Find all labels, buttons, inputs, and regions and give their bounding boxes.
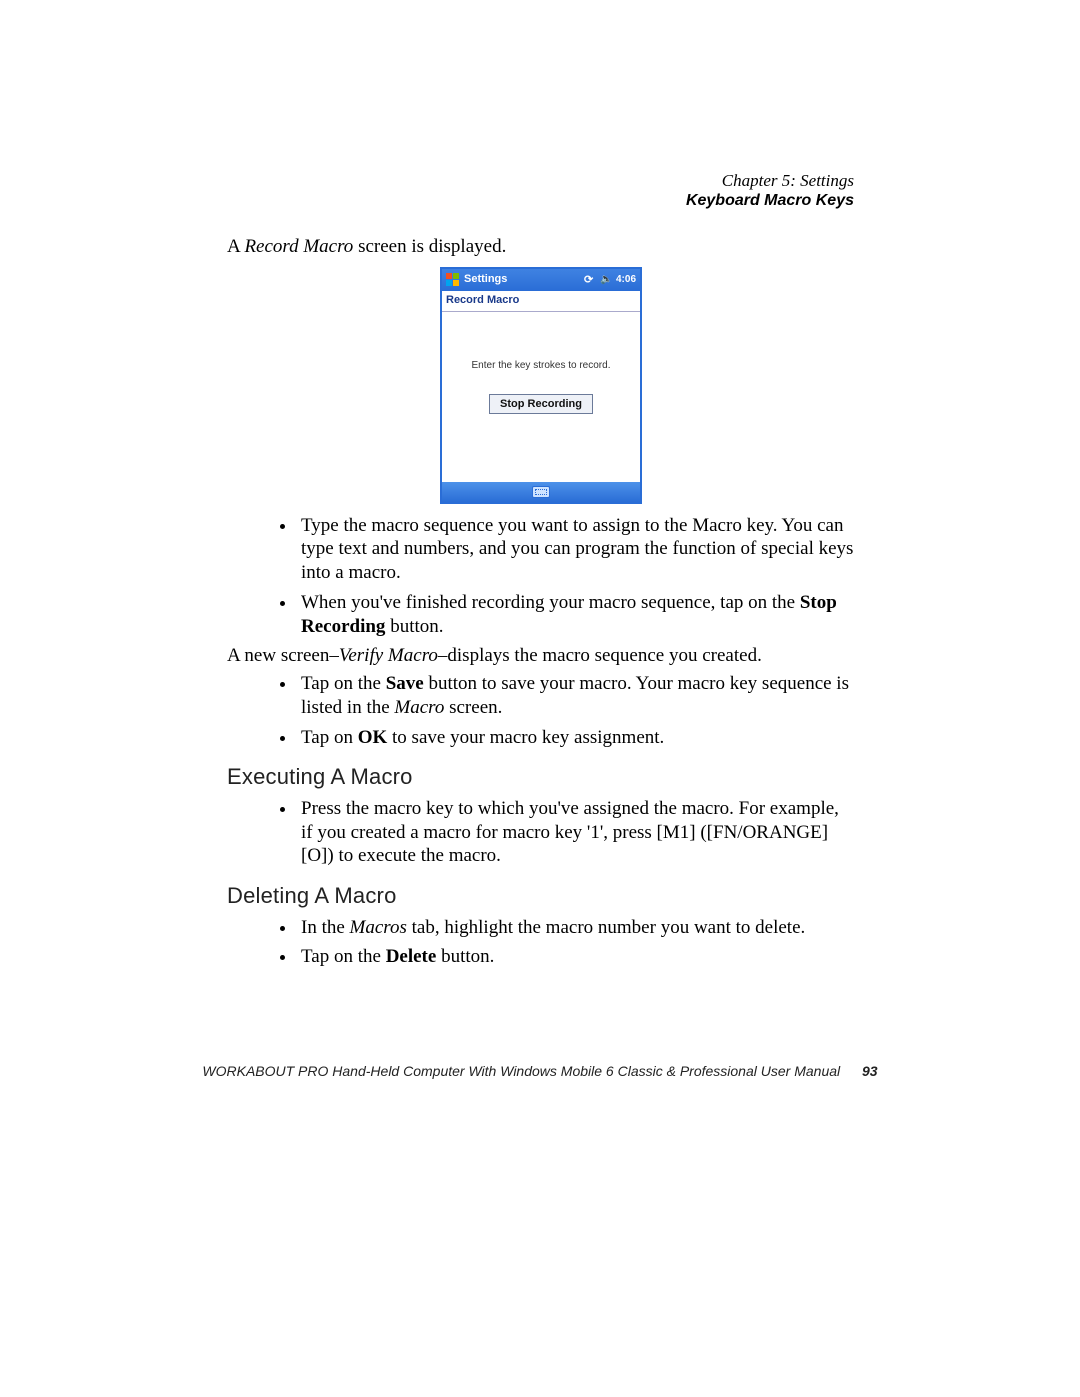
- page-footer: WORKABOUT PRO Hand-Held Computer With Wi…: [0, 1063, 1080, 1079]
- screenshot-body: Enter the key strokes to record. Stop Re…: [442, 312, 640, 482]
- titlebar-title: Settings: [464, 273, 507, 287]
- tab-record-macro: Record Macro: [442, 291, 640, 312]
- page-number: 93: [862, 1063, 878, 1079]
- text: A new screen–: [227, 645, 339, 666]
- page-header: Chapter 5: Settings Keyboard Macro Keys: [686, 170, 854, 210]
- list-item: Tap on OK to save your macro key assignm…: [297, 726, 855, 750]
- bold-text: Save: [386, 673, 424, 694]
- verify-paragraph: A new screen–Verify Macro–displays the m…: [227, 644, 855, 668]
- screen-name-italic: Record Macro: [244, 236, 353, 257]
- screen-name-italic: Verify Macro: [339, 645, 438, 666]
- screenshot-figure: Settings 4:06 Record Macro Enter the key…: [440, 267, 642, 504]
- list-item: In the Macros tab, highlight the macro n…: [297, 916, 855, 940]
- footer-text: WORKABOUT PRO Hand-Held Computer With Wi…: [202, 1063, 840, 1079]
- list-item: Type the macro sequence you want to assi…: [297, 514, 855, 585]
- titlebar: Settings 4:06: [442, 269, 640, 291]
- instruction-list-1: Type the macro sequence you want to assi…: [227, 514, 855, 639]
- keyboard-icon: [532, 486, 550, 498]
- heading-executing-macro: Executing A Macro: [227, 763, 855, 791]
- list-item: Tap on the Delete button.: [297, 945, 855, 969]
- instruction-list-2: Tap on the Save button to save your macr…: [227, 672, 855, 749]
- text: screen.: [444, 697, 502, 718]
- device-screenshot: Settings 4:06 Record Macro Enter the key…: [440, 267, 642, 504]
- italic-text: Macros: [350, 917, 407, 938]
- section-label: Keyboard Macro Keys: [686, 192, 854, 210]
- text: Tap on the: [301, 946, 386, 967]
- text: In the: [301, 917, 350, 938]
- bold-text: OK: [358, 727, 388, 748]
- text: Tap on: [301, 727, 358, 748]
- content-column: A Record Macro screen is displayed. Sett…: [227, 235, 855, 975]
- text: to save your macro key assignment.: [387, 727, 664, 748]
- list-item: When you've finished recording your macr…: [297, 591, 855, 639]
- italic-text: Macro: [394, 697, 444, 718]
- text: When you've finished recording your macr…: [301, 592, 800, 613]
- document-page: Chapter 5: Settings Keyboard Macro Keys …: [0, 0, 1080, 1397]
- clock-time: 4:06: [616, 274, 636, 287]
- chapter-label: Chapter 5: Settings: [686, 170, 854, 192]
- instruction-list-exec: Press the macro key to which you've assi…: [227, 797, 855, 868]
- text: screen is displayed.: [353, 236, 506, 257]
- text: tab, highlight the macro number you want…: [407, 917, 805, 938]
- bold-text: Delete: [386, 946, 437, 967]
- list-item: Tap on the Save button to save your macr…: [297, 672, 855, 720]
- bottom-bar: [442, 482, 640, 502]
- prompt-text: Enter the key strokes to record.: [472, 360, 611, 373]
- text: –displays the macro sequence you created…: [438, 645, 762, 666]
- text: button.: [436, 946, 494, 967]
- list-item: Press the macro key to which you've assi…: [297, 797, 855, 868]
- text: button.: [385, 616, 443, 637]
- heading-deleting-macro: Deleting A Macro: [227, 882, 855, 910]
- intro-paragraph: A Record Macro screen is displayed.: [227, 235, 855, 259]
- stop-recording-button[interactable]: Stop Recording: [489, 394, 593, 414]
- volume-icon: [600, 274, 612, 286]
- text: Tap on the: [301, 673, 386, 694]
- sync-icon: [584, 274, 596, 286]
- text: A: [227, 236, 244, 257]
- instruction-list-del: In the Macros tab, highlight the macro n…: [227, 916, 855, 970]
- windows-flag-icon: [446, 273, 460, 287]
